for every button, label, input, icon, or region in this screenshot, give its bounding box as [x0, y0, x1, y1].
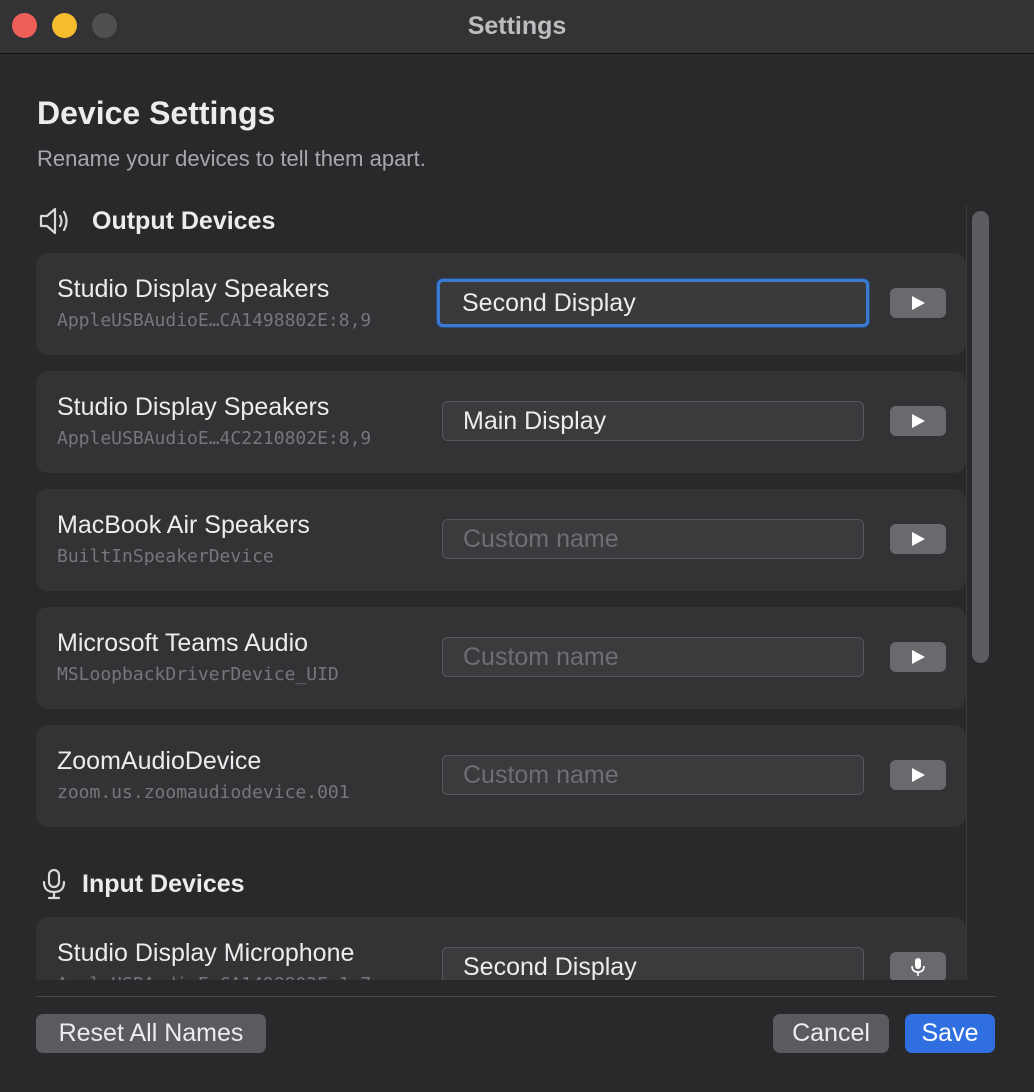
- device-row: ZoomAudioDevice zoom.us.zoomaudiodevice.…: [36, 725, 966, 827]
- play-test-sound-button[interactable]: [890, 524, 946, 554]
- window-title: Settings: [467, 12, 567, 40]
- custom-name-input[interactable]: [437, 279, 869, 327]
- device-list-scroll-area[interactable]: Output Devices Studio Display Speakers A…: [0, 200, 1034, 980]
- custom-name-input[interactable]: [442, 637, 864, 677]
- microphone-icon: [37, 867, 71, 901]
- device-row: Studio Display Microphone AppleUSBAudioE…: [36, 917, 966, 980]
- device-row: Microsoft Teams Audio MSLoopbackDriverDe…: [36, 607, 966, 709]
- mic-test-button[interactable]: [890, 952, 946, 980]
- device-row: Studio Display Speakers AppleUSBAudioE…C…: [36, 253, 966, 355]
- device-id: AppleUSBAudioE…4C2210802E:8,9: [57, 428, 372, 449]
- device-name: Studio Display Speakers: [57, 275, 330, 303]
- device-row: Studio Display Speakers AppleUSBAudioE…4…: [36, 371, 966, 473]
- input-devices-title: Input Devices: [82, 869, 245, 898]
- device-id: zoom.us.zoomaudiodevice.001: [57, 782, 350, 803]
- custom-name-input[interactable]: [442, 519, 864, 559]
- page-subtitle: Rename your devices to tell them apart.: [37, 146, 426, 171]
- play-test-sound-button[interactable]: [890, 406, 946, 436]
- reset-all-names-button[interactable]: Reset All Names: [36, 1014, 266, 1053]
- device-id: AppleUSBAudioE…CA1498802E:8,9: [57, 310, 372, 331]
- input-devices-header: Input Devices: [37, 867, 245, 901]
- play-icon: [912, 650, 925, 664]
- play-test-sound-button[interactable]: [890, 760, 946, 790]
- play-icon: [912, 532, 925, 546]
- output-devices-header: Output Devices: [37, 204, 275, 238]
- device-id: AppleUSBAudioE…CA1498802E:1,7: [57, 974, 371, 980]
- device-name: MacBook Air Speakers: [57, 511, 310, 539]
- custom-name-input[interactable]: [442, 755, 864, 795]
- custom-name-input[interactable]: [442, 401, 864, 441]
- scrollbar-thumb[interactable]: [972, 211, 989, 663]
- cancel-button[interactable]: Cancel: [773, 1014, 889, 1053]
- device-name: Studio Display Microphone: [57, 939, 355, 967]
- play-test-sound-button[interactable]: [890, 288, 946, 318]
- page-title: Device Settings: [37, 95, 276, 131]
- settings-window: Settings Device Settings Rename your dev…: [0, 0, 1034, 1092]
- output-devices-title: Output Devices: [92, 206, 276, 235]
- play-icon: [912, 296, 925, 310]
- play-test-sound-button[interactable]: [890, 642, 946, 672]
- microphone-icon: [911, 958, 925, 976]
- device-name: Microsoft Teams Audio: [57, 629, 309, 657]
- title-bar: Settings: [0, 0, 1034, 54]
- custom-name-input[interactable]: [442, 947, 864, 980]
- device-id: MSLoopbackDriverDevice_UID: [57, 664, 339, 685]
- footer-divider: [36, 996, 996, 997]
- device-name: ZoomAudioDevice: [57, 747, 262, 775]
- device-id: BuiltInSpeakerDevice: [57, 546, 274, 567]
- speaker-icon: [37, 204, 71, 238]
- play-icon: [912, 768, 925, 782]
- device-row: MacBook Air Speakers BuiltInSpeakerDevic…: [36, 489, 966, 591]
- play-icon: [912, 414, 925, 428]
- device-name: Studio Display Speakers: [57, 393, 330, 421]
- save-button[interactable]: Save: [905, 1014, 995, 1053]
